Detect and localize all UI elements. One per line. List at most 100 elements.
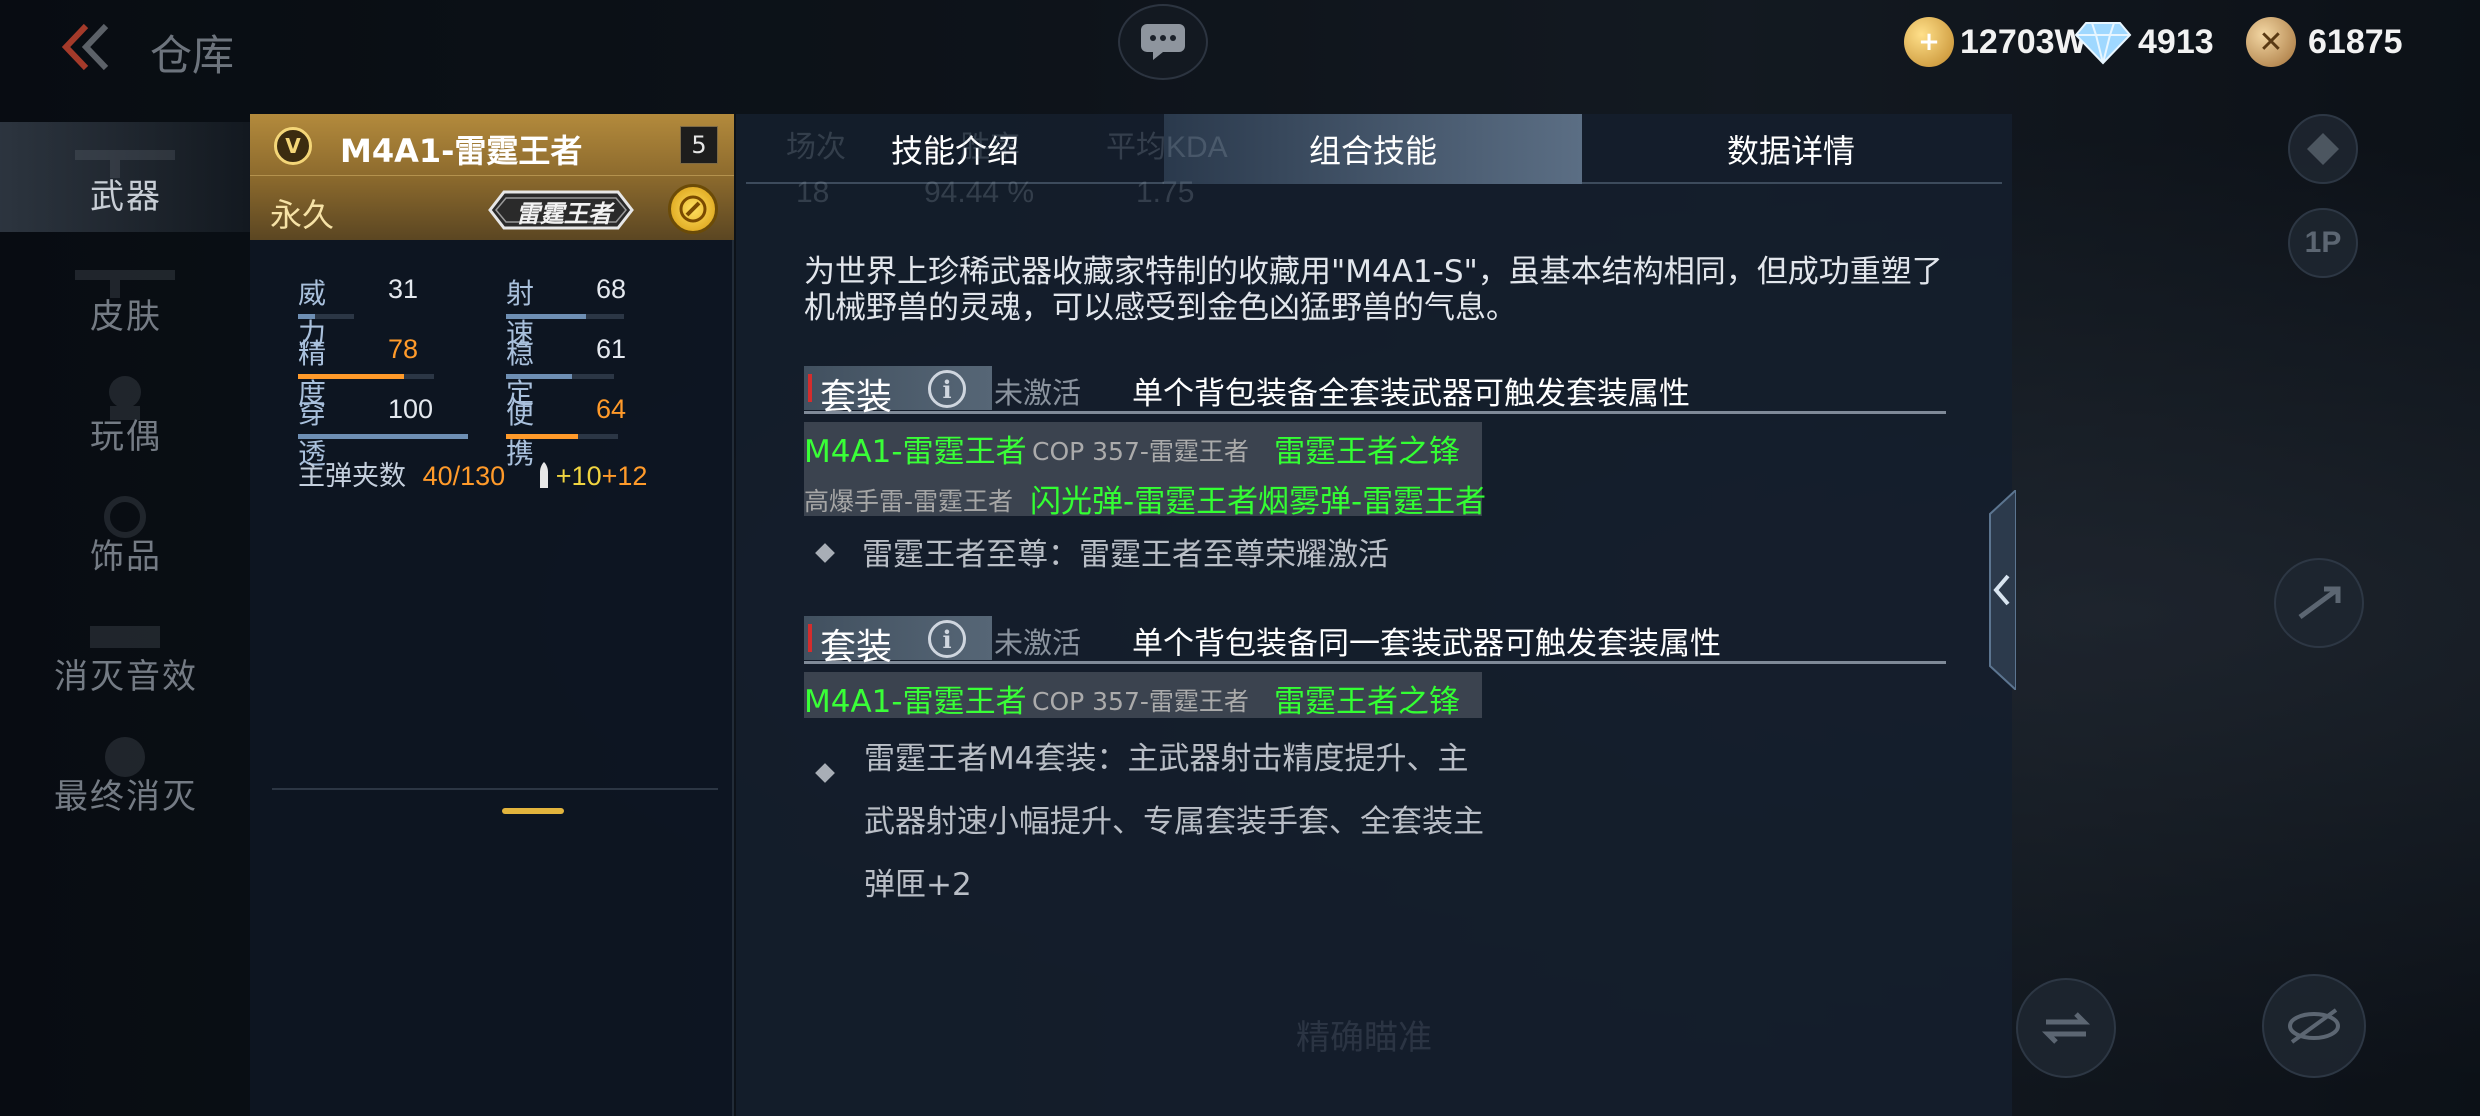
set-condition: 单个背包装备全套装武器可触发套装属性 [1132,376,1690,412]
rifle-skin-icon [75,270,175,298]
ghost-header-winrate: 胜率 [960,131,1020,164]
set-tag: 套装 i [804,366,992,418]
tab-data-details[interactable]: 数据详情 [1582,114,2000,184]
medal-coin-icon: ✕ [2246,17,2296,67]
set-bonus-line: 雷霆王者至尊：雷霆王者至尊荣耀激活 [815,524,1389,586]
set-item: COP 357-雷霆王者 [1032,437,1249,466]
back-arrow-icon[interactable] [58,22,114,72]
stat-bar [506,434,578,439]
stat-bar [298,434,468,439]
view-mode-button[interactable]: 1P [2288,208,2358,278]
thunder-king-logo-text: 雷霆王者 [516,200,612,228]
right-control-area: 1P 精确瞄准 [1296,90,2480,1116]
chat-bubble-icon [1141,24,1185,60]
ghost-header-kda: 平均KDA [1106,131,1228,164]
set-bonus-text: 雷霆王者M4套装：主武器射击精度提升、主 武器射速小幅提升、专属套装手套、全套装… [864,741,1484,903]
set-condition: 单个背包装备同一套装武器可触发套装属性 [1132,626,1721,662]
set-tag: 套装 i [804,616,992,668]
ghost-value-kda: 1.75 [1136,176,1195,209]
set-status: 未激活 [994,626,1082,660]
weapon-description: 为世界上珍稀武器收藏家特制的收藏用"M4A1-S"，虽基本结构相同，但成功重塑了… [804,254,1943,326]
set-status: 未激活 [994,376,1082,410]
nav-item-accessory[interactable]: 饰品 [0,482,252,592]
set-item: 烟雾弹-雷霆王者 [1258,484,1487,520]
panel-divider [272,788,718,790]
gold-medal-icon[interactable] [668,184,718,234]
drag-handle[interactable] [502,808,564,814]
set-header: 套装 i 未激活 单个背包装备同一套装武器可触发套装属性 [804,614,1946,668]
set-items-list: M4A1-雷霆王者 COP 357-雷霆王者 雷霆王者之锋 高爆手雷-雷霆王者 … [804,422,1486,520]
ghost-header-matches: 场次 [786,131,846,164]
toggle-view-button[interactable] [2262,974,2366,1078]
info-icon[interactable]: i [928,620,966,658]
weapon-level-badge: 5 [680,126,718,164]
currency-gold[interactable]: + 12703W [1904,14,2087,70]
stat-bar [506,374,572,379]
aim-button[interactable] [2274,558,2364,648]
set-item: 雷霆王者之锋 [1274,684,1460,720]
collapse-panel-button[interactable] [1982,490,2016,690]
nav-item-doll[interactable]: 玩偶 [0,362,252,472]
bullet-icon [539,462,548,488]
rifle-icon [75,150,175,178]
set-bonus-full: 套装 i 未激活 单个背包装备全套装武器可触发套装属性 M4A1-雷霆王者 CO… [804,364,1954,614]
nav-item-final-kill[interactable]: 最终消灭 [0,722,252,832]
info-icon[interactable]: i [928,370,966,408]
bullet-diamond-icon [815,542,835,563]
set-item: M4A1-雷霆王者 [804,684,1027,720]
weapon-name: M4A1-雷霆王者 [340,132,583,170]
skill-detail-panel: 技能介绍 组合技能 数据详情 场次 胜率 平均KDA 18 94.44 % 1.… [736,114,2016,1116]
chat-button[interactable] [1118,4,1208,80]
set-items-list: M4A1-雷霆王者 COP 357-雷霆王者 雷霆王者之锋 [804,672,1482,720]
swap-icon [2041,1012,2091,1044]
set-item: 高爆手雷-雷霆王者 [804,487,1014,516]
currency-medal[interactable]: ✕ 61875 [2246,14,2403,70]
stat-bar [298,314,316,319]
nav-item-kill-sound[interactable]: 消灭音效 [0,602,252,712]
sound-icon [90,626,160,648]
top-bar: 仓库 + 12703W 4913 ✕ 61875 [0,0,2480,90]
stat-value: 100 [388,394,434,424]
weapon-duration: 永久 [270,196,335,234]
weapon-title-row: V M4A1-雷霆王者 5 [250,114,734,176]
final-kill-icon [105,737,145,777]
set-bonus-same: 套装 i 未激活 单个背包装备同一套装武器可触发套装属性 M4A1-雷霆王者 C… [804,614,1954,1034]
stat-value: 68 [596,274,627,304]
nav-item-weapon[interactable]: 武器 [0,122,252,232]
detail-tabs: 技能介绍 组合技能 数据详情 场次 胜率 平均KDA 18 94.44 % 1.… [746,114,2002,209]
ammo-label: 主弹夹数 [298,461,406,492]
diamond-icon [2074,22,2132,65]
nav-item-skin[interactable]: 皮肤 [0,242,252,352]
ammo-extra-2: +12 [601,461,648,491]
crosshair-icon [2307,133,2339,165]
stat-value: 64 [596,394,627,424]
diamond-amount: 4913 [2138,22,2214,61]
ammo-value: 40/130 [422,461,506,491]
settings-button[interactable] [2288,114,2358,184]
ghost-value-matches: 18 [796,176,830,209]
stat-bar [506,314,587,319]
accessory-icon [104,496,146,538]
medal-amount: 61875 [2308,22,2403,61]
set-item: 闪光弹-雷霆王者 [1030,484,1259,520]
ghost-value-winrate: 94.44 % [924,176,1035,209]
currency-diamond[interactable]: 4913 [2074,14,2214,70]
ammo-extra: +10 [538,461,602,491]
ammo-info: 主弹夹数 40/130 +10+12 [298,454,647,493]
set-header: 套装 i 未激活 单个背包装备全套装武器可触发套装属性 [804,364,1946,418]
vip-badge-icon: V [274,127,312,165]
doll-icon [109,376,141,420]
stat-bar [298,374,405,379]
ghost-precise-aim: 精确瞄准 [1296,1018,1432,1058]
stat-value: 78 [388,334,419,364]
eye-slash-icon [2288,1008,2340,1044]
gold-coin-icon: + [1904,17,1954,67]
page-title: 仓库 [150,31,235,80]
set-item: M4A1-雷霆王者 [804,434,1027,470]
bullet-diamond-icon [815,763,835,783]
set-item: 雷霆王者之锋 [1274,434,1460,470]
arrow-icon [2298,586,2341,620]
gold-amount: 12703W [1960,22,2087,61]
swap-button[interactable] [2016,978,2116,1078]
weapon-header: V M4A1-雷霆王者 5 永久 雷霆王者 [250,114,734,240]
